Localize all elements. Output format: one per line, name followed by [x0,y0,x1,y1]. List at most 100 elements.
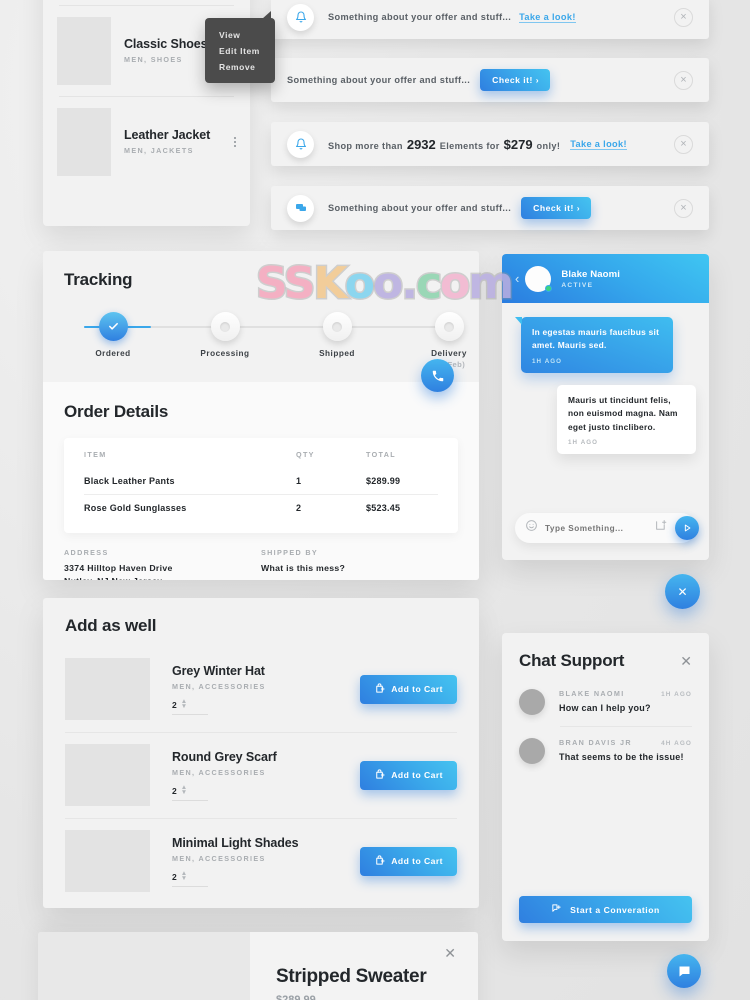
close-icon[interactable]: × [674,7,693,27]
check-it-button[interactable]: Check it! › [521,197,592,219]
quantity-stepper[interactable]: 2 ▲ ▼ [172,699,208,715]
chat-support-title: Chat Support [519,651,625,670]
quantity-value: 2 [172,699,177,710]
chat-floating-button[interactable] [667,954,701,988]
more-options-icon[interactable] [234,136,236,147]
check-it-button[interactable]: Check it! › [480,69,551,91]
cart-add-icon [374,854,385,868]
notification-link[interactable]: Take a look! [570,139,627,150]
notification-text: Something about your offer and stuff... [287,75,471,85]
step-dot-icon [322,312,352,341]
notification-banner: Something about your offer and stuff... … [271,0,709,39]
stepper-arrows-icon[interactable]: ▲ ▼ [181,699,187,709]
add-to-cart-button[interactable]: Add to Cart [360,674,457,704]
order-item-qty: 2 [296,503,302,513]
shipped-by-block: SHIPPED BY What is this mess? [261,548,458,580]
chat-input-bar [515,513,699,543]
image-add-icon[interactable] [655,519,668,537]
tracking-section: Tracking Ordered Processing Shipped Deli… [43,251,479,382]
close-floating-button[interactable]: ✕ [665,574,700,609]
chat-messages: In egestas mauris faucibus sit amet. Mau… [502,303,709,515]
list-item: Round Grey Scarf MEN, ACCESSORIES 2 ▲ ▼ A… [65,732,457,818]
context-menu-item-edit[interactable]: Edit Item [205,43,275,59]
table-row: Rose Gold Sunglasses 2 $523.45 [84,494,438,521]
table-row: Black Leather Pants 1 $289.99 [84,468,438,494]
call-button[interactable] [421,359,454,392]
context-menu-item-view[interactable]: View [205,27,275,43]
order-item-name: Black Leather Pants [84,476,175,486]
smiley-icon[interactable] [525,519,538,537]
tracking-step-label: Ordered [95,349,131,358]
tracking-step-label: Shipped [319,349,355,358]
product-name: Grey Winter Hat [172,663,265,678]
product-image [38,932,250,1000]
product-category: MEN, JACKETS [124,146,194,155]
product-category: MEN, ACCESSORIES [172,681,266,691]
tracking-step-shipped[interactable]: Shipped [302,312,372,358]
list-item[interactable]: Leather Jacket MEN, JACKETS [43,96,250,187]
order-item-name: Rose Gold Sunglasses [84,503,187,513]
list-item[interactable]: BLAKE NAOMI 1H AGO How can I help you? [519,677,692,726]
notification-banner: Something about your offer and stuff... … [271,58,709,102]
add-to-cart-label: Add to Cart [391,770,443,780]
step-dot-icon [210,312,240,341]
add-to-cart-button[interactable]: Add to Cart [360,846,457,876]
chat-support-header: Chat Support ✕ [519,651,692,671]
order-card: Tracking Ordered Processing Shipped Deli… [43,251,479,580]
chat-input[interactable] [545,523,655,533]
tracking-step-label: Processing [200,349,250,358]
close-icon[interactable]: ✕ [444,946,456,960]
shipped-by-label: SHIPPED BY [261,548,319,557]
stepper-arrows-icon[interactable]: ▲ ▼ [181,871,187,881]
chat-bubble-incoming: In egestas mauris faucibus sit amet. Mau… [515,317,673,373]
close-icon[interactable]: ✕ [680,654,692,668]
start-conversation-button[interactable]: Start a Converation [519,896,692,923]
send-button[interactable] [675,516,699,540]
chat-bubble-icon [679,966,689,976]
order-meta: ADDRESS 3374 Hilltop Haven Drive Nutley,… [64,548,458,580]
tracking-title: Tracking [64,270,133,289]
chevron-right-icon: › [535,75,540,85]
chat-bubble-outgoing: Mauris ut tincidunt felis, non euismod m… [557,384,696,455]
tracking-step-label: Delivery [431,349,467,358]
tracking-step-processing[interactable]: Processing [190,312,260,358]
address-line-2: Nutley, NJ New Jersey [64,576,162,580]
chat-message-text: Mauris ut tincidunt felis, non euismod m… [568,394,678,432]
close-icon[interactable]: × [674,70,693,90]
address-label: ADDRESS [64,548,109,557]
close-icon[interactable]: × [674,198,693,218]
add-as-well-title: Add as well [65,616,157,635]
list-item[interactable]: BRAN DAVIS JR 4H AGO That seems to be th… [519,726,692,775]
notification-count: 2932 [406,136,436,152]
add-as-well-card: Add as well Grey Winter Hat MEN, ACCESSO… [43,598,479,908]
product-price: $289.99 [276,994,316,1000]
chat-support-panel: Chat Support ✕ BLAKE NAOMI 1H AGO How ca… [502,633,709,941]
close-icon[interactable]: × [674,134,693,154]
product-category: MEN, ACCESSORIES [172,853,266,863]
chat-conversation-panel: ‹ Blake Naomi ACTIVE In egestas mauris f… [502,254,709,560]
quantity-stepper[interactable]: 2 ▲ ▼ [172,785,208,801]
context-menu-item-remove[interactable]: Remove [205,59,275,75]
order-items-table: ITEM QTY TOTAL Black Leather Pants 1 $28… [64,438,458,533]
address-block: ADDRESS 3374 Hilltop Haven Drive Nutley,… [64,548,261,580]
product-thumbnail [57,16,111,85]
notification-text-part-2: Elements for [439,140,500,151]
notification-link[interactable]: Take a look! [519,12,576,23]
add-to-cart-button[interactable]: Add to Cart [360,760,457,790]
chevron-left-icon[interactable]: ‹ [515,272,519,285]
chat-message-time: 1H AGO [568,439,599,447]
notification-text-part-3: only! [536,140,561,151]
product-name: Minimal Light Shades [172,835,299,850]
support-contact-name: BRAN DAVIS JR [559,738,632,747]
column-header-total: TOTAL [366,450,397,459]
product-thumbnail [65,658,150,720]
quantity-stepper[interactable]: 2 ▲ ▼ [172,871,208,887]
stepper-arrows-icon[interactable]: ▲ ▼ [181,785,187,795]
tracking-step-ordered[interactable]: Ordered [78,312,148,358]
context-menu: View Edit Item Remove [205,11,275,83]
bell-icon [287,3,314,31]
tracking-step-delivery[interactable]: Delivery (24 Feb) [414,312,479,369]
support-message: That seems to be the issue! [559,752,684,762]
order-item-total: $289.99 [366,476,401,486]
avatar [519,689,545,715]
